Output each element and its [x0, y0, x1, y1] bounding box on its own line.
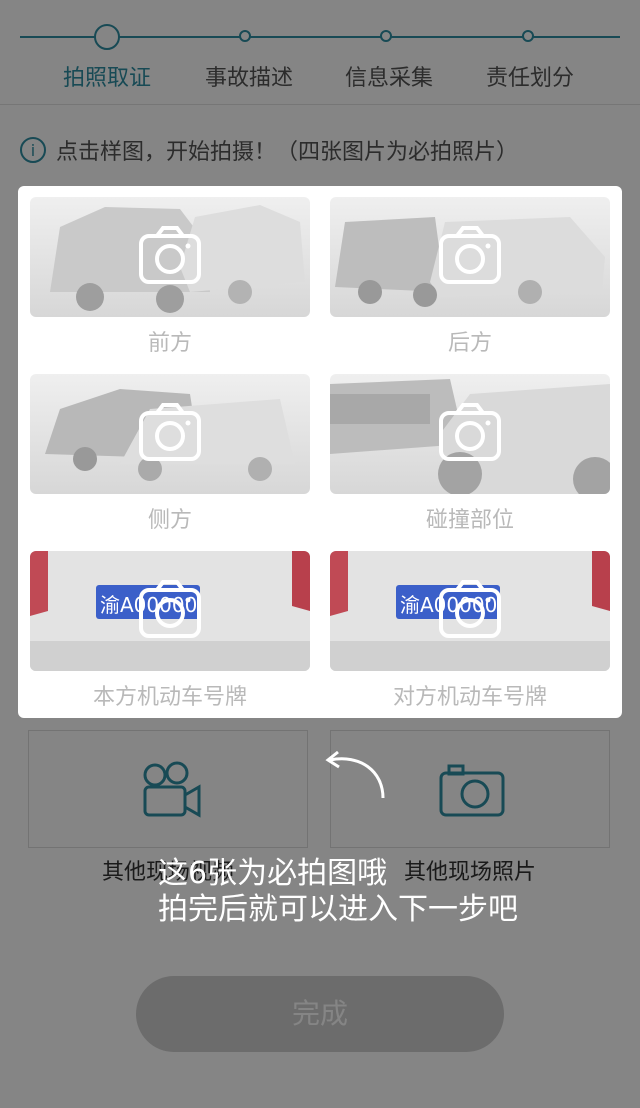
required-photos-card: 前方 后方 侧方 碰撞部位 渝A00000 本方机动车号牌 渝A00000 对方… [18, 186, 622, 718]
camera-icon [439, 580, 501, 638]
camera-icon [139, 226, 201, 284]
guide-line-1: 这6张为必拍图哦 [158, 856, 388, 891]
photo-rear-label: 后方 [447, 331, 492, 356]
camera-icon [139, 580, 201, 638]
camera-icon [139, 403, 201, 461]
photo-side[interactable] [30, 374, 310, 494]
photo-other-plate[interactable]: 渝A00000 [330, 551, 610, 671]
curved-arrow-icon [325, 750, 385, 799]
camera-icon [439, 226, 501, 284]
photo-own-plate-label: 本方机动车号牌 [92, 685, 247, 710]
photo-own-plate[interactable]: 渝A00000 [30, 551, 310, 671]
photo-other-plate-label: 对方机动车号牌 [392, 685, 547, 710]
photo-front[interactable] [30, 197, 310, 317]
photo-rear[interactable] [330, 197, 610, 317]
guide-line-2: 拍完后就可以进入下一步吧 [158, 892, 518, 927]
photo-front-label: 前方 [147, 331, 192, 356]
photo-side-label: 侧方 [147, 508, 192, 533]
photo-collision[interactable] [330, 374, 610, 494]
camera-icon [439, 403, 501, 461]
guide-text: 这6张为必拍图哦 拍完后就可以进入下一步吧 [158, 856, 518, 928]
photo-collision-label: 碰撞部位 [425, 508, 514, 533]
